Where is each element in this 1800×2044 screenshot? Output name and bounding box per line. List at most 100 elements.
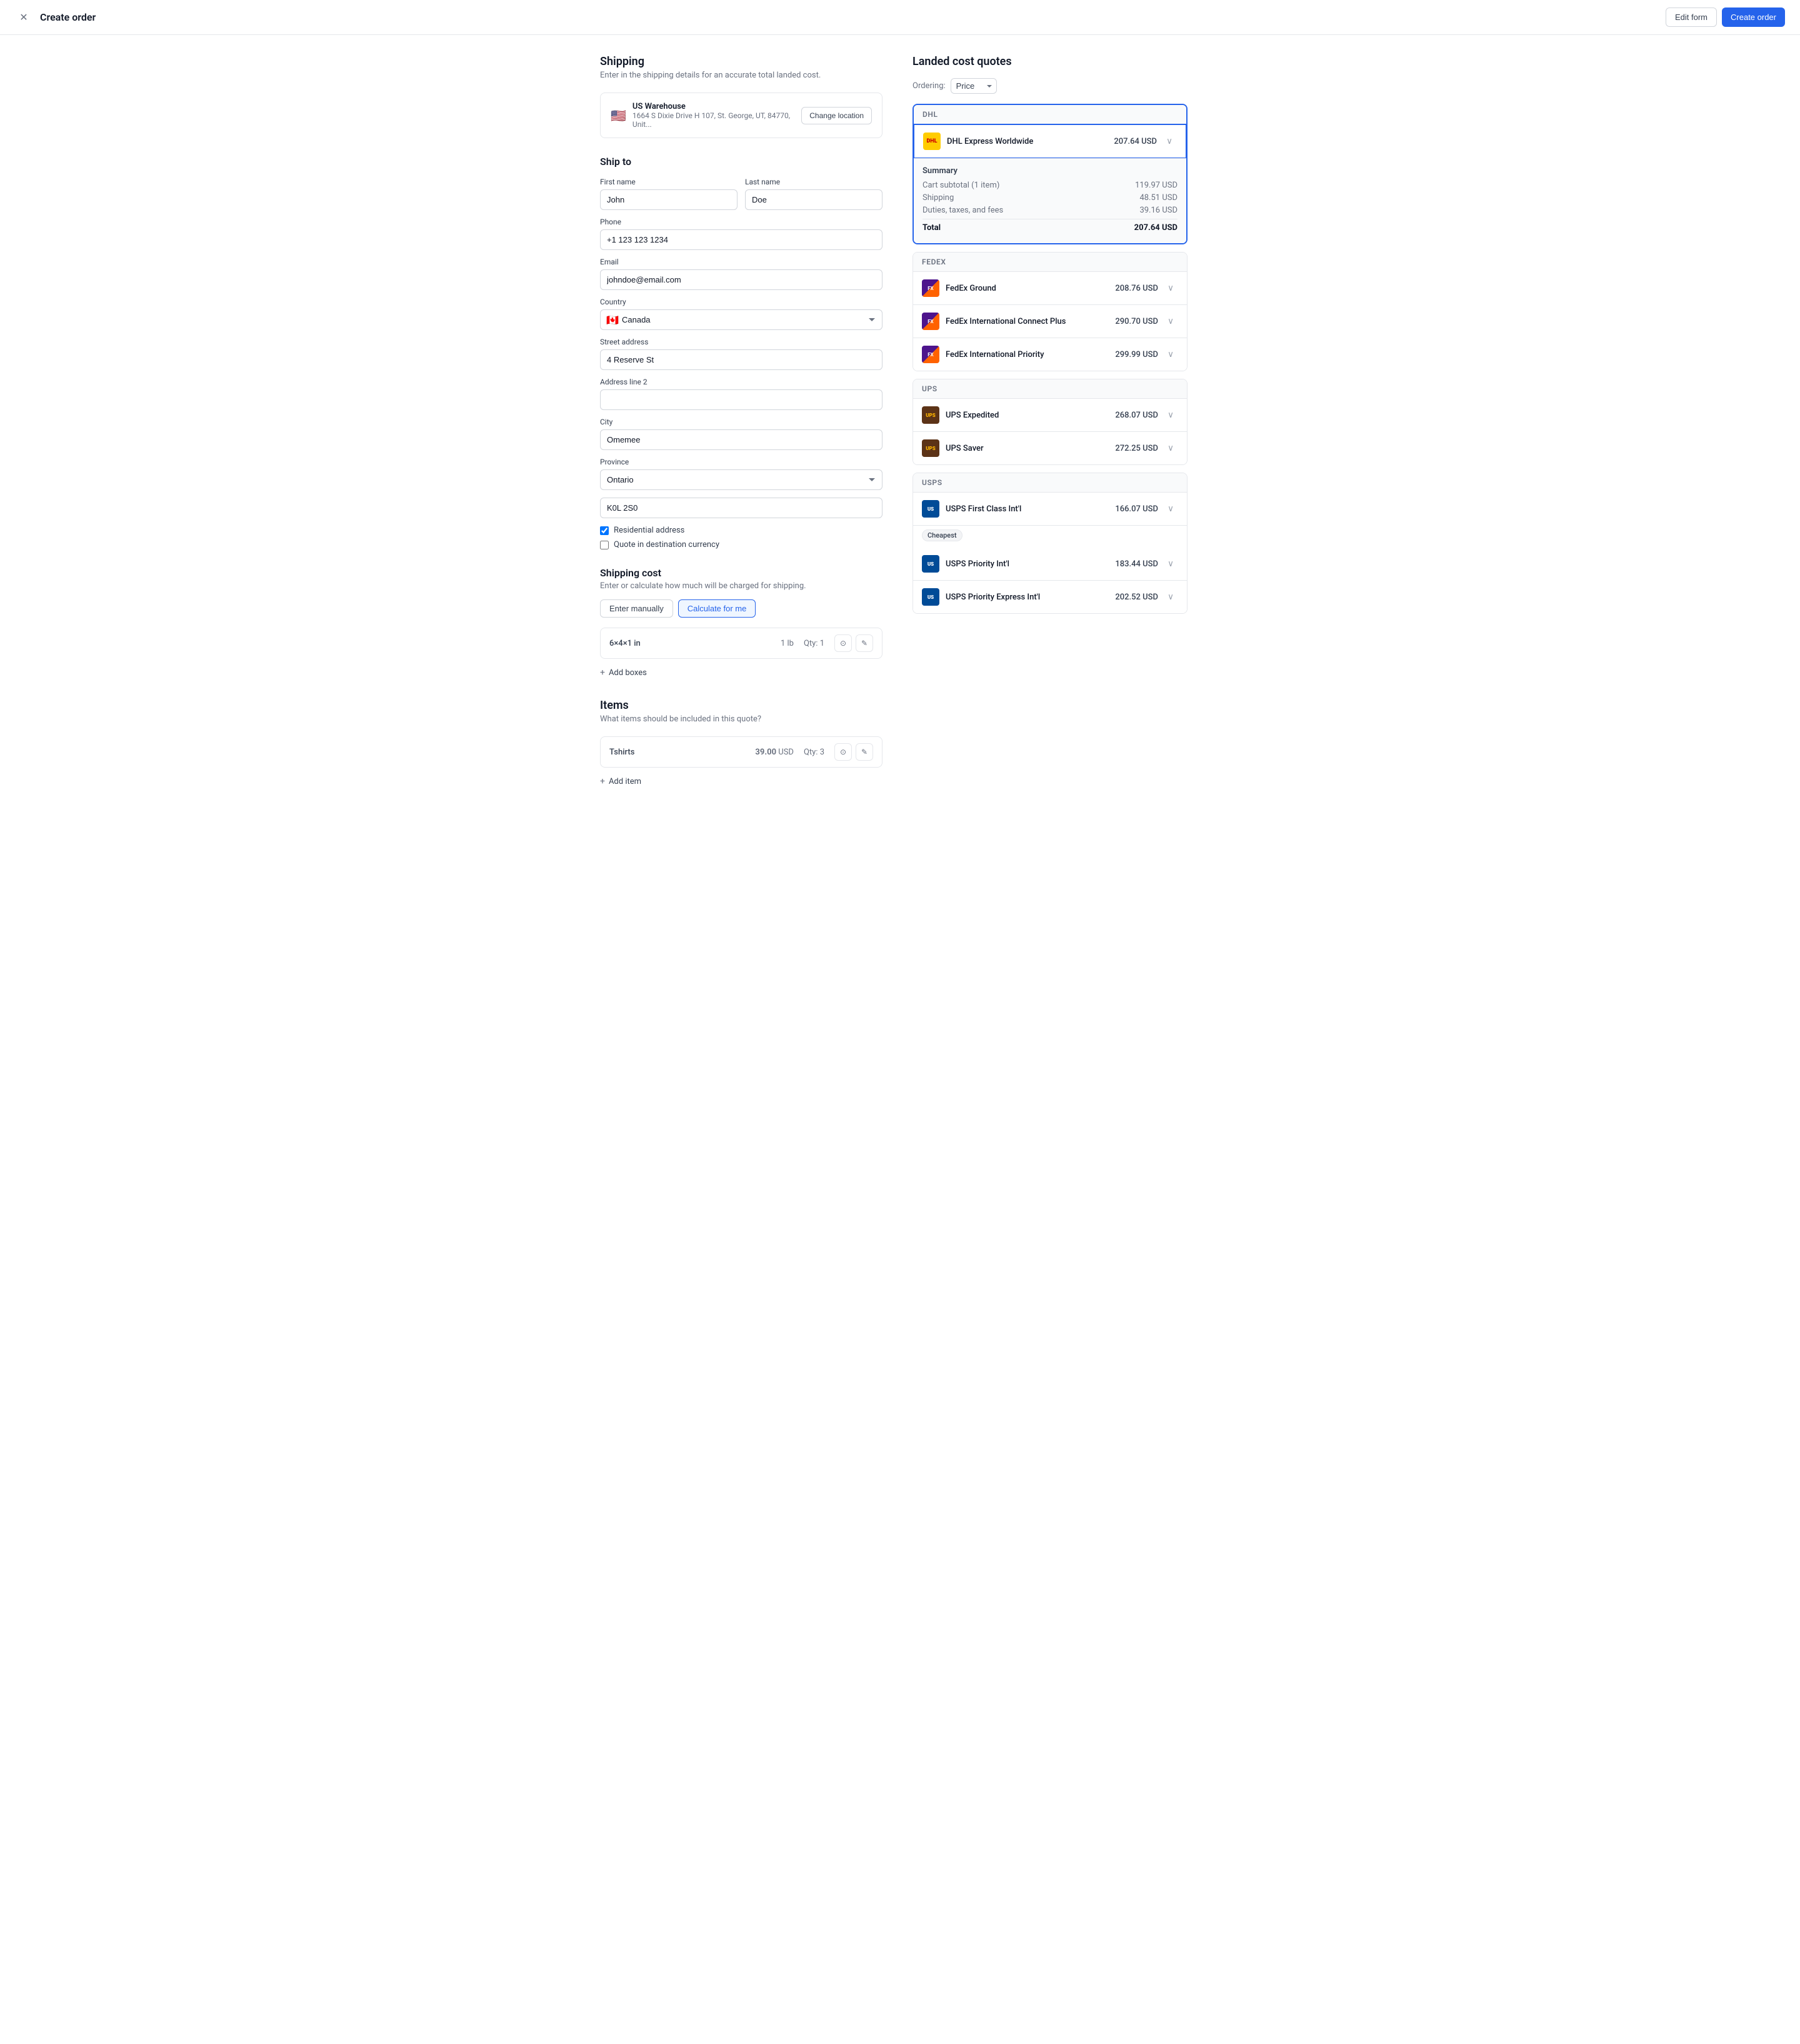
postal-input[interactable] [600, 498, 882, 518]
fedex-ground-chevron[interactable]: ∨ [1163, 281, 1178, 296]
address2-input[interactable] [600, 389, 882, 410]
last-name-input[interactable] [745, 189, 882, 210]
ups-expedited-chevron[interactable]: ∨ [1163, 408, 1178, 423]
item-qty: Qty: 3 [804, 748, 824, 757]
dhl-chevron-button[interactable]: ∨ [1162, 134, 1177, 149]
usps-priority-chevron[interactable]: ∨ [1163, 556, 1178, 571]
box-settings-button[interactable]: ⊙ [834, 634, 852, 652]
edit-form-button[interactable]: Edit form [1666, 8, 1717, 27]
province-select[interactable]: Ontario British Columbia Quebec [600, 469, 882, 490]
item-edit-button[interactable]: ✎ [856, 743, 873, 761]
street-input[interactable] [600, 349, 882, 370]
name-row: First name Last name [600, 178, 882, 210]
phone-group: Phone [600, 218, 882, 250]
ship-to-title: Ship to [600, 156, 882, 168]
fedex-ic-plus-logo: FX [922, 313, 939, 330]
destination-currency-checkbox[interactable] [600, 541, 609, 549]
ups-group: UPS UPS UPS Expedited 268.07 USD ∨ UPS [912, 379, 1188, 465]
dhl-express-name: DHL Express Worldwide [947, 137, 1033, 146]
fedex-header: FedEx [913, 253, 1187, 272]
fedex-ip-option[interactable]: FX FedEx International Priority 299.99 U… [913, 338, 1187, 371]
ups-expedited-right: 268.07 USD ∨ [1115, 408, 1178, 423]
fedex-ic-plus-right: 290.70 USD ∨ [1115, 314, 1178, 329]
right-panel: Landed cost quotes Ordering: Price Carri… [912, 55, 1188, 790]
phone-input[interactable] [600, 229, 882, 250]
country-label: Country [600, 298, 882, 306]
box-row: 6×4×1 in 1 lb Qty: 1 ⊙ ✎ [600, 628, 882, 659]
usps-first-class-option[interactable]: US USPS First Class Int'l 166.07 USD ∨ [913, 493, 1187, 526]
box-qty: Qty: 1 [804, 639, 824, 648]
residential-checkbox[interactable] [600, 526, 609, 535]
email-label: Email [600, 258, 882, 266]
usps-priority-express-name: USPS Priority Express Int'l [946, 593, 1040, 602]
calculate-for-me-button[interactable]: Calculate for me [678, 599, 756, 618]
dhl-express-price: 207.64 USD [1114, 137, 1157, 146]
ship-to-section: Ship to First name Last name Phone Email [600, 156, 882, 549]
item-actions: ⊙ ✎ [834, 743, 873, 761]
usps-priority-express-option[interactable]: US USPS Priority Express Int'l 202.52 US… [913, 581, 1187, 613]
cheapest-badge-row: Cheapest [913, 526, 1187, 548]
dhl-express-worldwide-option[interactable]: DHL DHL Express Worldwide 207.64 USD ∨ [913, 124, 1187, 159]
warehouse-address: 1664 S Dixie Drive H 107, St. George, UT… [632, 111, 801, 129]
box-actions: ⊙ ✎ [834, 634, 873, 652]
destination-currency-row: Quote in destination currency [600, 540, 882, 549]
address2-label: Address line 2 [600, 378, 882, 386]
shipping-title: Shipping [600, 55, 882, 68]
ups-saver-left: UPS UPS Saver [922, 439, 984, 457]
add-boxes-label: Add boxes [609, 668, 647, 678]
dhl-summary: Summary Cart subtotal (1 item) 119.97 US… [914, 158, 1186, 243]
fedex-ground-option[interactable]: FX FedEx Ground 208.76 USD ∨ [913, 272, 1187, 305]
item-settings-button[interactable]: ⊙ [834, 743, 852, 761]
add-item-row[interactable]: + Add item [600, 773, 882, 790]
ups-saver-name: UPS Saver [946, 444, 984, 453]
ups-expedited-name: UPS Expedited [946, 411, 999, 420]
summary-total-value: 207.64 USD [1134, 223, 1178, 233]
create-order-button[interactable]: Create order [1722, 8, 1785, 27]
change-location-button[interactable]: Change location [801, 107, 872, 124]
usps-first-class-chevron[interactable]: ∨ [1163, 501, 1178, 516]
summary-total-label: Total [922, 223, 941, 233]
usps-priority-logo: US [922, 555, 939, 573]
ordering-select[interactable]: Price Carrier [951, 78, 997, 94]
box-edit-button[interactable]: ✎ [856, 634, 873, 652]
ups-saver-option[interactable]: UPS UPS Saver 272.25 USD ∨ [913, 432, 1187, 464]
close-button[interactable]: ✕ [15, 9, 32, 26]
fedex-ic-plus-chevron[interactable]: ∨ [1163, 314, 1178, 329]
warehouse-flag: 🇺🇸 [611, 108, 626, 123]
enter-manually-button[interactable]: Enter manually [600, 599, 673, 618]
first-name-group: First name [600, 178, 738, 210]
summary-total-row: Total 207.64 USD [922, 219, 1178, 233]
header-right: Edit form Create order [1666, 8, 1785, 27]
fedex-ground-left: FX FedEx Ground [922, 279, 996, 297]
email-input[interactable] [600, 269, 882, 290]
usps-header: USPS [913, 473, 1187, 493]
country-select[interactable]: Canada United States [600, 309, 882, 330]
ups-saver-chevron[interactable]: ∨ [1163, 441, 1178, 456]
usps-first-class-logo: US [922, 500, 939, 518]
box-meta: 1 lb Qty: 1 ⊙ ✎ [781, 634, 873, 652]
phone-label: Phone [600, 218, 882, 226]
dhl-header: DHL [914, 105, 1186, 124]
street-label: Street address [600, 338, 882, 346]
summary-duties-value: 39.16 USD [1139, 206, 1178, 215]
add-boxes-row[interactable]: + Add boxes [600, 664, 882, 681]
ups-header: UPS [913, 379, 1187, 399]
usps-priority-express-chevron[interactable]: ∨ [1163, 589, 1178, 604]
page-title: Create order [40, 11, 96, 23]
left-panel: Shipping Enter in the shipping details f… [600, 55, 912, 790]
usps-priority-option[interactable]: US USPS Priority Int'l 183.44 USD ∨ [913, 548, 1187, 581]
first-name-input[interactable] [600, 189, 738, 210]
box-weight: 1 lb [781, 639, 794, 648]
header-left: ✕ Create order [15, 9, 96, 26]
items-desc: What items should be included in this qu… [600, 714, 882, 724]
fedex-ic-plus-option[interactable]: FX FedEx International Connect Plus 290.… [913, 305, 1187, 338]
items-title: Items [600, 699, 882, 712]
ups-expedited-option[interactable]: UPS UPS Expedited 268.07 USD ∨ [913, 399, 1187, 432]
fedex-ic-plus-left: FX FedEx International Connect Plus [922, 313, 1066, 330]
ups-expedited-logo: UPS [922, 406, 939, 424]
fedex-ip-chevron[interactable]: ∨ [1163, 347, 1178, 362]
dhl-logo: DHL [923, 133, 941, 150]
city-input[interactable] [600, 429, 882, 450]
fedex-ip-name: FedEx International Priority [946, 350, 1044, 359]
ups-saver-right: 272.25 USD ∨ [1115, 441, 1178, 456]
